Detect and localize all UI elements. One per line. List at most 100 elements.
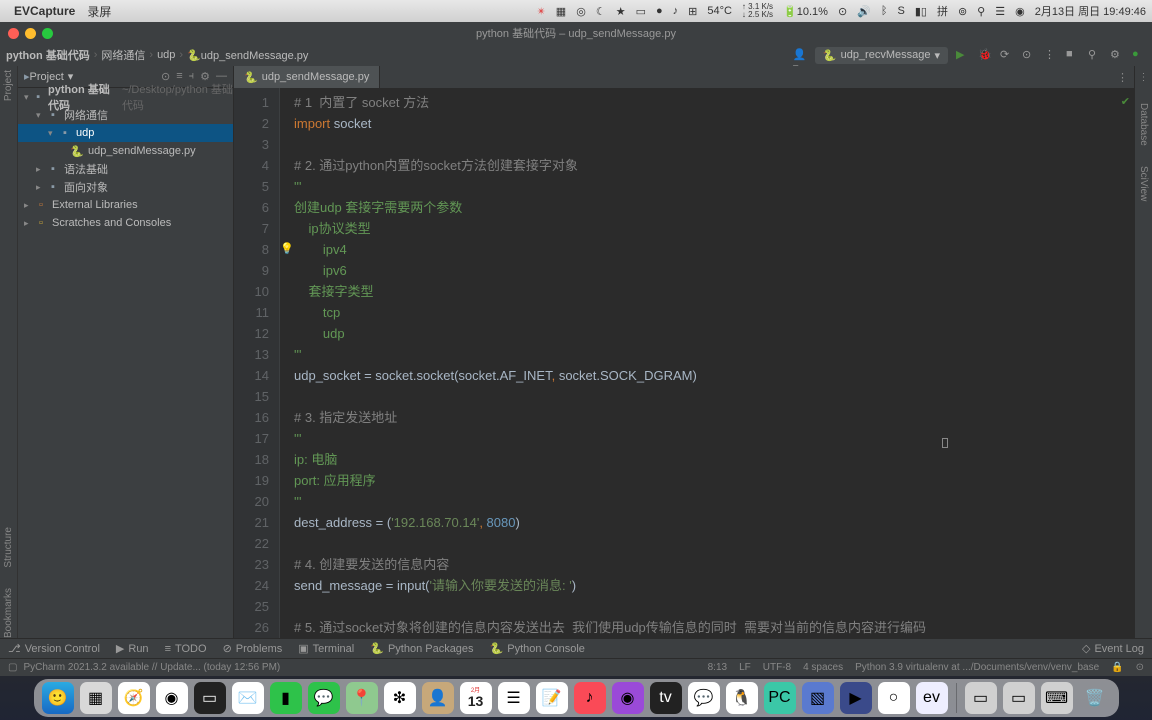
problems-tool[interactable]: ⊘ Problems xyxy=(223,642,283,655)
circle-icon[interactable]: ◎ xyxy=(576,5,586,18)
keyboard-icon[interactable]: ⌨ xyxy=(1041,682,1073,714)
terminal-app-icon[interactable]: ▭ xyxy=(194,682,226,714)
search-icon[interactable]: ⚲ xyxy=(977,5,985,18)
lightbulb-icon[interactable]: 💡 xyxy=(280,239,294,260)
editor-tab[interactable]: 🐍udp_sendMessage.py xyxy=(234,66,380,88)
stop-icon[interactable]: ■ xyxy=(1066,48,1080,62)
moon-icon[interactable]: ☾ xyxy=(596,5,606,18)
python-packages-tool[interactable]: 🐍 Python Packages xyxy=(370,642,473,655)
sciview-tool-button[interactable]: SciView xyxy=(1138,166,1149,201)
more-icon[interactable]: ⋮ xyxy=(1044,48,1058,62)
podcasts-icon[interactable]: ◉ xyxy=(612,682,644,714)
clock[interactable]: 2月13日 周日 19:49:46 xyxy=(1035,3,1146,19)
volume-icon[interactable]: 🔊 xyxy=(857,5,871,18)
star-icon[interactable]: ★ xyxy=(616,5,626,18)
indent[interactable]: 4 spaces xyxy=(803,662,843,673)
search-everywhere-icon[interactable]: ⚲ xyxy=(1088,48,1102,62)
tree-external-libs[interactable]: ▸▫External Libraries xyxy=(18,196,233,214)
bluetooth-icon[interactable]: ᛒ xyxy=(881,5,888,17)
desktop-1-icon[interactable]: ▭ xyxy=(965,682,997,714)
app-icon-1[interactable]: ▧ xyxy=(802,682,834,714)
chrome-icon[interactable]: ◉ xyxy=(156,682,188,714)
run-icon[interactable]: ▶ xyxy=(956,48,970,62)
tree-scratches[interactable]: ▸▫Scratches and Consoles xyxy=(18,214,233,232)
qq-icon[interactable]: 🐧 xyxy=(726,682,758,714)
app-icon-3[interactable]: ○ xyxy=(878,682,910,714)
line-ending[interactable]: LF xyxy=(739,662,751,673)
notes-icon[interactable]: 📝 xyxy=(536,682,568,714)
person-icon[interactable]: ⊙ xyxy=(1136,662,1144,673)
debug-icon[interactable]: 🐞 xyxy=(978,48,992,62)
dot-icon[interactable]: ⊙ xyxy=(838,5,847,18)
app-name[interactable]: EVCapture xyxy=(14,4,75,18)
terminal-tool[interactable]: ▣ Terminal xyxy=(298,642,354,655)
run-config-selector[interactable]: 🐍udp_recvMessage ▾ xyxy=(815,47,948,64)
app-icon-2[interactable]: ▶ xyxy=(840,682,872,714)
grid-icon[interactable]: ▦ xyxy=(556,5,566,18)
s-icon[interactable]: S xyxy=(897,5,904,17)
bookmarks-tool-button[interactable]: Bookmarks xyxy=(3,588,14,638)
tree-oop[interactable]: ▸▪面向对象 xyxy=(18,178,233,196)
code-content[interactable]: ✔ # 1 内置了 socket 方法 import socket # 2. 通… xyxy=(280,88,1134,638)
safari-icon[interactable]: 🧭 xyxy=(118,682,150,714)
todo-tool[interactable]: ≡ TODO xyxy=(165,643,207,655)
crumb-subfolder[interactable]: udp xyxy=(157,49,175,61)
event-log-tool[interactable]: ◇ Event Log xyxy=(1082,642,1144,655)
mail-icon[interactable]: ✉️ xyxy=(232,682,264,714)
python-console-tool[interactable]: 🐍 Python Console xyxy=(490,642,585,655)
battery2-icon[interactable]: ▮▯ xyxy=(915,5,927,18)
menu-icon[interactable]: ⋮ xyxy=(1139,72,1149,83)
traffic-lights[interactable] xyxy=(8,28,53,39)
settings-icon[interactable]: ⚙ xyxy=(1110,48,1124,62)
finder-icon[interactable]: 🙂 xyxy=(42,682,74,714)
crumb-folder[interactable]: 网络通信 xyxy=(101,47,145,63)
lock-icon[interactable]: 🔒 xyxy=(1111,662,1123,673)
wechat-icon[interactable]: 💬 xyxy=(688,682,720,714)
bell-icon[interactable]: ♪ xyxy=(673,5,679,17)
database-tool-button[interactable]: Database xyxy=(1138,103,1149,146)
music-icon[interactable]: ♪ xyxy=(574,682,606,714)
tree-file[interactable]: 🐍udp_sendMessage.py xyxy=(18,142,233,160)
vcs-tool[interactable]: ⎇ Version Control xyxy=(8,642,100,655)
coverage-icon[interactable]: ⟳ xyxy=(1000,48,1014,62)
mic-icon[interactable]: ● xyxy=(656,5,663,17)
structure-tool-button[interactable]: Structure xyxy=(3,527,14,568)
folder-icon[interactable]: ▭ xyxy=(636,5,646,18)
siri-icon[interactable]: ◉ xyxy=(1015,5,1025,18)
tree-grammar[interactable]: ▸▪语法基础 xyxy=(18,160,233,178)
tw-toggle-icon[interactable]: ▢ xyxy=(8,662,17,673)
add-user-icon[interactable]: 👤▾ xyxy=(793,48,807,62)
puzzle-icon[interactable]: ⊞ xyxy=(688,5,697,18)
interpreter[interactable]: Python 3.9 virtualenv at .../Documents/v… xyxy=(855,662,1099,673)
contacts-icon[interactable]: 👤 xyxy=(422,682,454,714)
menu-record[interactable]: 录屏 xyxy=(87,3,111,20)
tab-list-icon[interactable]: ⋮ xyxy=(1117,71,1128,84)
run-tool[interactable]: ▶ Run xyxy=(116,642,149,655)
encoding[interactable]: UTF-8 xyxy=(763,662,791,673)
desktop-2-icon[interactable]: ▭ xyxy=(1003,682,1035,714)
reminders-icon[interactable]: ☰ xyxy=(498,682,530,714)
tree-root[interactable]: ▾▪python 基础代码~/Desktop/python 基础代码 xyxy=(18,88,233,106)
photos-icon[interactable]: ❇︎ xyxy=(384,682,416,714)
code-editor[interactable]: 1234567891011121314151617181920212223242… xyxy=(234,88,1134,638)
input-icon[interactable]: 拼 xyxy=(937,3,948,19)
trash-icon[interactable]: 🗑️ xyxy=(1079,682,1111,714)
project-tool-button[interactable]: Project xyxy=(3,70,14,101)
wifi-icon[interactable]: ⊚ xyxy=(958,5,967,18)
tv-icon[interactable]: tv xyxy=(650,682,682,714)
crumb-project[interactable]: python 基础代码 xyxy=(6,47,90,63)
profile-icon[interactable]: ⊙ xyxy=(1022,48,1036,62)
pycharm-icon[interactable]: PC xyxy=(764,682,796,714)
avatar-icon[interactable]: ● xyxy=(1132,48,1146,62)
calendar-icon[interactable]: 2月13 xyxy=(460,682,492,714)
maps-icon[interactable]: 📍 xyxy=(346,682,378,714)
crumb-file[interactable]: 🐍udp_sendMessage.py xyxy=(187,49,308,62)
cursor-position[interactable]: 8:13 xyxy=(708,662,727,673)
inspection-ok-icon[interactable]: ✔ xyxy=(1121,92,1130,113)
update-notice[interactable]: PyCharm 2021.3.2 available // Update... … xyxy=(23,662,280,673)
evcapture-icon[interactable]: ev xyxy=(916,682,948,714)
tree-udp[interactable]: ▾▪udp xyxy=(18,124,233,142)
messages-icon[interactable]: 💬 xyxy=(308,682,340,714)
battery-indicator[interactable]: 🔋10.1% xyxy=(783,5,828,18)
control-center-icon[interactable]: ☰ xyxy=(995,5,1005,18)
